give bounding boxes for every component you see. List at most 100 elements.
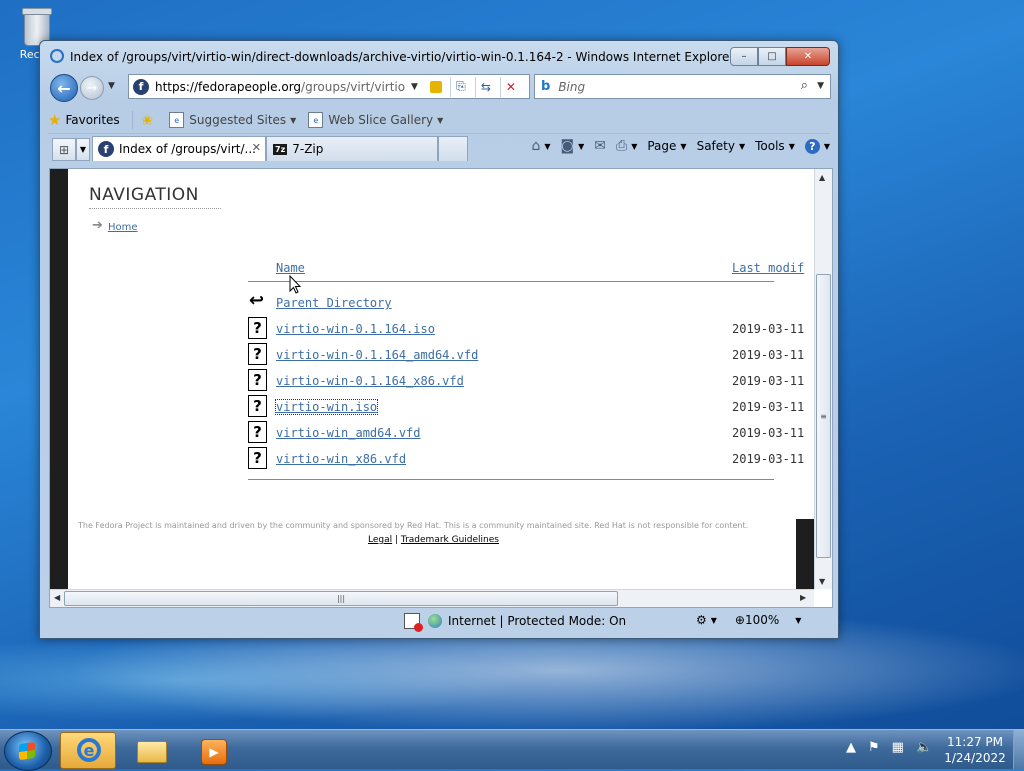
taskbar-clock[interactable]: 11:27 PM 1/24/2022 (938, 734, 1012, 766)
taskbar-windows-explorer[interactable] (122, 732, 178, 769)
file-link[interactable]: virtio-win_amd64.vfd (276, 426, 421, 440)
action-center-flag-icon[interactable]: ⚑ (868, 740, 880, 755)
footer-text: The Fedora Project is maintained and dri… (78, 521, 749, 530)
safety-menu[interactable]: Safety ▼ (697, 139, 746, 153)
search-dropdown[interactable]: ▼ (817, 81, 824, 91)
file-link[interactable]: virtio-win.iso (274, 399, 379, 415)
home-arrow-icon: ➔ (92, 218, 103, 233)
legal-link[interactable]: Legal (368, 535, 392, 545)
unknown-file-icon: ? (248, 447, 267, 469)
address-url[interactable]: https://fedorapeople.org/groups/virt/vir… (155, 80, 405, 94)
scroll-down-arrow-icon[interactable]: ▼ (819, 577, 825, 586)
parent-directory-link[interactable]: Parent Directory (276, 296, 392, 310)
recent-pages-dropdown[interactable]: ▼ (108, 81, 115, 91)
address-dropdown[interactable]: ▼ (411, 82, 418, 92)
taskbar: e ▶ ▲ ⚑ ▦ 🔈 11:27 PM 1/24/2022 (0, 729, 1024, 771)
media-player-icon: ▶ (201, 739, 227, 765)
forward-arrow-icon: → (86, 80, 98, 96)
web-slice-gallery-button[interactable]: e Web Slice Gallery ▼ (308, 112, 443, 128)
popup-blocked-icon[interactable] (404, 613, 423, 632)
security-zone[interactable]: Internet | Protected Mode: On (404, 613, 626, 632)
page-right-border (796, 519, 814, 589)
scroll-left-arrow-icon[interactable]: ◀ (54, 593, 60, 602)
safety-dropdown-icon: ▼ (738, 141, 746, 151)
help-button[interactable]: ? ▼ (804, 138, 830, 154)
lock-icon[interactable] (429, 80, 442, 93)
vertical-scroll-thumb[interactable]: ≡ (816, 274, 831, 558)
favorites-button[interactable]: ★ Favorites (48, 111, 120, 129)
volume-muted-icon[interactable]: 🔈 (916, 740, 932, 755)
close-button[interactable]: ✕ (786, 47, 830, 66)
taskbar-internet-explorer[interactable]: e (60, 732, 116, 769)
tab-list-dropdown[interactable]: ▼ (76, 138, 90, 161)
footer-links: Legal | Trademark Guidelines (368, 535, 499, 545)
change-status-icon[interactable]: ⚙ (696, 613, 707, 627)
add-to-favorites-bar-button[interactable]: ✬ (141, 111, 158, 129)
tab-index-of-groups[interactable]: f Index of /groups/virt/... ✕ (92, 136, 266, 161)
trademark-guidelines-link[interactable]: Trademark Guidelines (401, 535, 499, 545)
refresh-icon[interactable]: ⇆ (474, 76, 496, 97)
suggested-sites-button[interactable]: e Suggested Sites ▼ (169, 112, 296, 128)
page-dropdown-icon: ▼ (680, 141, 687, 151)
unknown-file-icon: ? (248, 343, 267, 365)
7zip-favicon-icon: 7z (273, 143, 288, 155)
start-button[interactable] (4, 731, 52, 771)
horizontal-scrollbar[interactable]: ◀ ||| ▶ (50, 589, 814, 607)
minimize-button[interactable]: – (730, 47, 758, 66)
new-tab-button[interactable] (438, 136, 468, 161)
maximize-button[interactable]: □ (758, 47, 786, 66)
navigation-divider (89, 208, 221, 209)
unknown-file-icon: ? (248, 421, 267, 443)
search-box[interactable]: b Bing ⌕ ▼ (534, 74, 831, 99)
file-link[interactable]: virtio-win-0.1.164_amd64.vfd (276, 348, 478, 362)
file-date: 2019-03-11 (732, 452, 805, 466)
file-date: 2019-03-11 (732, 348, 805, 362)
show-desktop-button[interactable] (1013, 730, 1024, 769)
bing-icon: b (541, 79, 551, 94)
table-row: ? virtio-win.iso 2019-03-11 (248, 395, 818, 419)
back-button[interactable]: ← (50, 74, 78, 102)
last-modified-column-header[interactable]: Last modif (732, 261, 804, 275)
feeds-button[interactable]: ◙ ▼ (561, 138, 585, 154)
page-menu[interactable]: Page ▼ (647, 139, 686, 153)
network-icon[interactable]: ▦ (892, 740, 904, 755)
tab-close-icon[interactable]: ✕ (252, 141, 261, 154)
address-bar[interactable]: f https://fedorapeople.org/groups/virt/v… (128, 74, 530, 99)
vertical-scrollbar[interactable]: ▲ ≡ ▼ (814, 169, 832, 589)
quick-tabs-button[interactable]: ⊞ (52, 138, 76, 161)
zoom-dropdown-icon[interactable]: ▼ (795, 616, 801, 625)
tools-menu[interactable]: Tools ▼ (755, 139, 795, 153)
scroll-right-arrow-icon[interactable]: ▶ (800, 593, 806, 602)
zoom-control[interactable]: ⚙ ▼ ⊕ 100% ▼ (696, 613, 801, 627)
compatibility-view-icon[interactable]: ⎘ (449, 76, 471, 97)
file-link[interactable]: virtio-win_x86.vfd (276, 452, 406, 466)
zoom-level: 100% (744, 613, 780, 627)
window-title: Index of /groups/virt/virtio-win/direct-… (70, 50, 735, 64)
taskbar-media-player[interactable]: ▶ (184, 732, 240, 769)
file-link[interactable]: virtio-win-0.1.164_x86.vfd (276, 374, 464, 388)
forward-button[interactable]: → (80, 76, 104, 100)
title-bar[interactable]: Index of /groups/virt/virtio-win/direct-… (40, 41, 838, 69)
home-button[interactable]: ⌂ ▼ (531, 138, 550, 154)
command-bar: ⌂ ▼ ◙ ▼ ✉ ⎙ ▼ Page ▼ Safety ▼ Tools ▼ ? ▼ (521, 138, 830, 154)
stop-icon[interactable]: ✕ (499, 76, 521, 97)
help-icon: ? (804, 138, 820, 154)
search-input[interactable]: Bing (558, 80, 585, 94)
scroll-up-arrow-icon[interactable]: ▲ (819, 173, 825, 182)
print-button[interactable]: ⎙ ▼ (616, 138, 637, 154)
name-column-header[interactable]: Name (276, 261, 305, 275)
web-slice-gallery-label: Web Slice Gallery (328, 113, 434, 127)
home-link[interactable]: Home (108, 222, 138, 233)
home-dropdown-icon: ▼ (544, 141, 551, 151)
favorites-bar: ★ Favorites ✬ e Suggested Sites ▼ e Web … (48, 107, 830, 134)
search-icon[interactable]: ⌕ (801, 78, 808, 93)
table-row: ? virtio-win-0.1.164_amd64.vfd 2019-03-1… (248, 343, 818, 367)
show-hidden-icons-icon[interactable]: ▲ (846, 740, 856, 755)
horizontal-scroll-thumb[interactable]: ||| (64, 591, 618, 606)
tab-7-zip[interactable]: 7z 7-Zip (266, 136, 438, 161)
file-link[interactable]: virtio-win-0.1.164.iso (276, 322, 435, 336)
page-viewport[interactable]: NAVIGATION ➔ Home Name Last modif ↩ Pare… (49, 168, 833, 608)
url-host: https://fedorapeople.org (155, 79, 302, 94)
mail-icon: ✉ (594, 138, 606, 154)
read-mail-button[interactable]: ✉ (594, 138, 606, 154)
